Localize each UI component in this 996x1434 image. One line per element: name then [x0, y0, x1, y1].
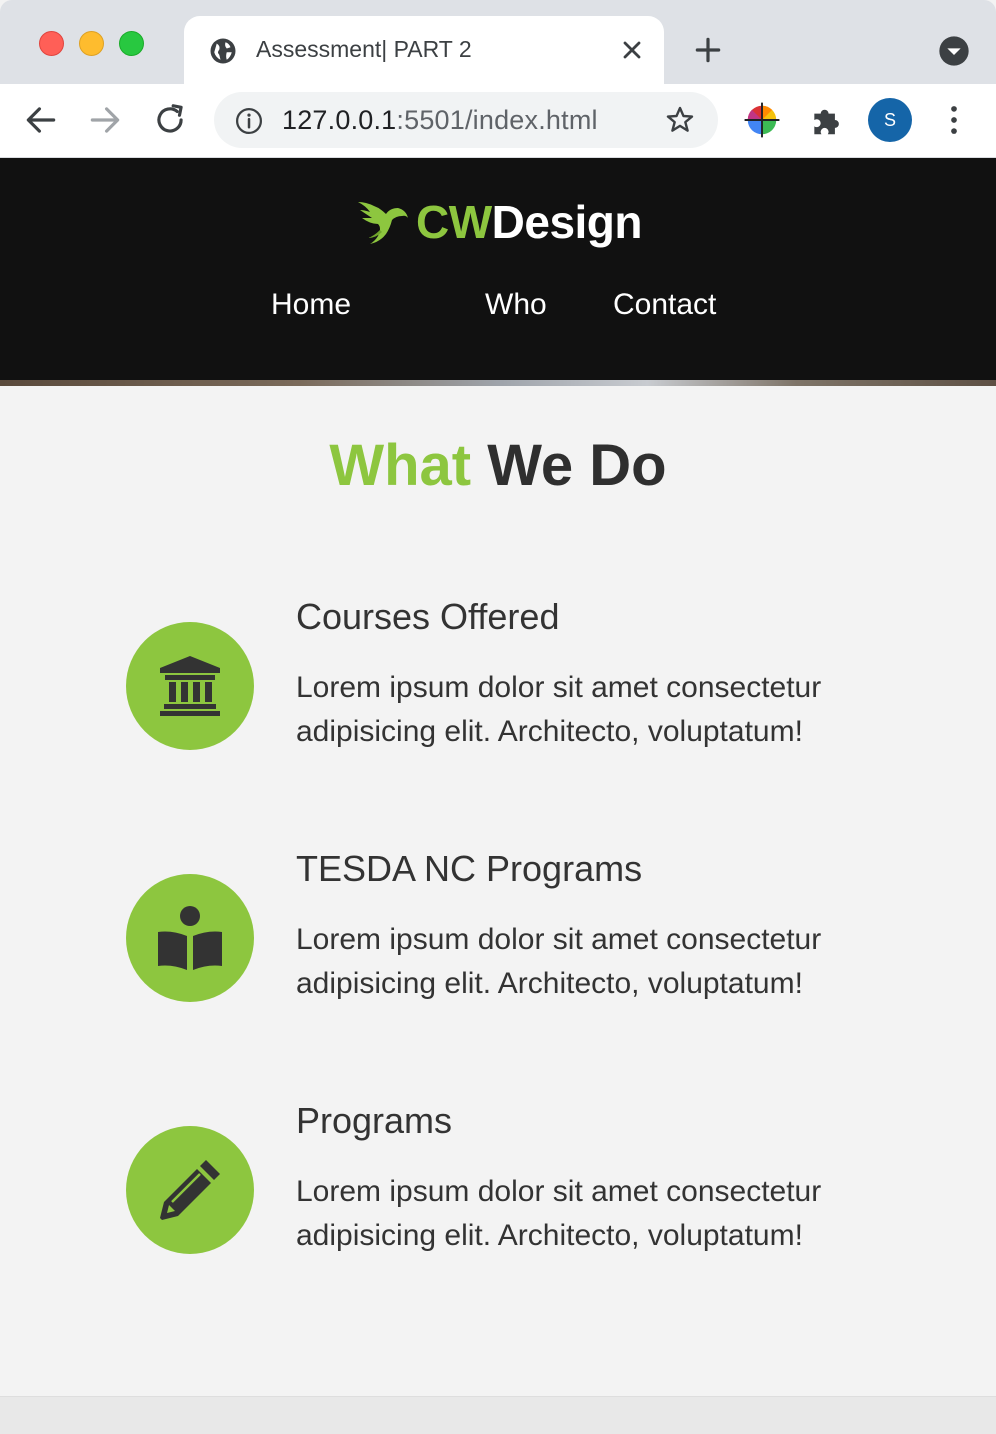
service-description: Lorem ipsum dolor sit amet consectetur a… — [296, 671, 822, 748]
section-title-accent: What — [329, 433, 472, 498]
bird-logo-icon — [358, 202, 408, 244]
extensions-puzzle-icon[interactable] — [808, 101, 846, 139]
book-reader-icon — [158, 906, 222, 970]
close-tab-icon[interactable] — [618, 36, 646, 64]
logo-rest-text: Design — [491, 196, 643, 248]
main-nav: Home Who Contact — [0, 288, 996, 328]
pencil-icon — [160, 1160, 220, 1220]
hero-image-strip — [0, 380, 996, 386]
nav-home-link[interactable]: Home — [271, 288, 351, 322]
nav-contact-link[interactable]: Contact — [613, 288, 716, 322]
browser-toolbar: 127.0.0.1:5501/index.html S — [0, 84, 996, 158]
info-icon[interactable] — [234, 106, 264, 136]
nav-who-link[interactable]: Who — [485, 288, 547, 322]
site-logo-text: CWDesign — [416, 195, 643, 249]
logo-accent-text: CW — [416, 196, 492, 248]
service-title: Programs — [296, 1100, 453, 1141]
university-icon — [160, 656, 220, 716]
section-title: What We Do — [0, 432, 996, 499]
browser-tab-bar: Assessment| PART 2 — [0, 0, 996, 84]
section-title-rest: We Do — [487, 433, 667, 498]
window-bottom-edge — [0, 1396, 996, 1434]
service-item-courses: Courses Offered Lorem ipsum dolor sit am… — [126, 596, 886, 766]
more-menu-icon[interactable] — [935, 101, 973, 139]
close-window-button[interactable] — [39, 31, 64, 56]
url-text: 127.0.0.1:5501/index.html — [282, 105, 598, 136]
site-logo[interactable]: CWDesign — [356, 194, 643, 250]
service-item-programs: Programs Lorem ipsum dolor sit amet cons… — [126, 1100, 886, 1270]
maximize-window-button[interactable] — [119, 31, 144, 56]
service-description: Lorem ipsum dolor sit amet consectetur a… — [296, 1175, 822, 1252]
forward-arrow-icon[interactable] — [86, 101, 124, 139]
service-title: TESDA NC Programs — [296, 848, 643, 889]
service-icon-circle — [126, 622, 254, 750]
new-tab-icon[interactable] — [692, 34, 724, 66]
browser-tab[interactable]: Assessment| PART 2 — [184, 16, 664, 84]
bookmark-star-icon[interactable] — [664, 104, 696, 136]
service-description: Lorem ipsum dolor sit amet consectetur a… — [296, 923, 822, 1000]
address-bar[interactable]: 127.0.0.1:5501/index.html — [214, 92, 718, 148]
site-header: CWDesign Home Who Contact — [0, 158, 996, 380]
minimize-window-button[interactable] — [79, 31, 104, 56]
globe-icon — [210, 38, 236, 64]
service-item-tesda: TESDA NC Programs Lorem ipsum dolor sit … — [126, 848, 886, 1018]
tab-title: Assessment| PART 2 — [256, 36, 472, 62]
back-arrow-icon[interactable] — [22, 101, 60, 139]
reload-icon[interactable] — [151, 101, 189, 139]
profile-avatar[interactable]: S — [868, 98, 912, 142]
color-picker-extension-icon[interactable] — [743, 101, 781, 139]
url-path: :5501/index.html — [396, 105, 598, 135]
service-title: Courses Offered — [296, 596, 560, 637]
url-host: 127.0.0.1 — [282, 105, 397, 135]
service-icon-circle — [126, 874, 254, 1002]
tab-search-icon[interactable] — [938, 35, 970, 67]
service-icon-circle — [126, 1126, 254, 1254]
